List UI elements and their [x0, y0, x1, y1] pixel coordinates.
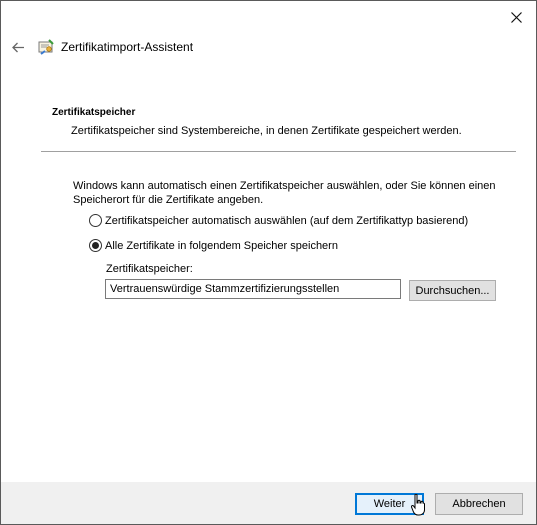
- wizard-header: Zertifikatimport-Assistent: [9, 37, 193, 57]
- window-title: Zertifikatimport-Assistent: [61, 40, 194, 54]
- radio-auto-select-label[interactable]: Zertifikatspeicher automatisch auswählen…: [105, 215, 468, 227]
- wizard-window: Zertifikatimport-Assistent Zertifikatspe…: [0, 0, 537, 525]
- back-button[interactable]: [9, 38, 27, 56]
- header-divider: [41, 151, 516, 152]
- certificate-icon: [38, 39, 54, 55]
- browse-button[interactable]: Durchsuchen...: [409, 280, 496, 301]
- info-text: Windows kann automatisch einen Zertifika…: [73, 180, 496, 206]
- radio-manual-store-indicator[interactable]: [89, 239, 102, 252]
- radio-auto-select[interactable]: Zertifikatspeicher automatisch auswählen…: [89, 214, 468, 227]
- store-input[interactable]: Vertrauenswürdige Stammzertifizierungsst…: [105, 279, 401, 299]
- radio-auto-select-indicator[interactable]: [89, 214, 102, 227]
- radio-manual-store-label[interactable]: Alle Zertifikate in folgendem Speicher s…: [105, 240, 338, 252]
- close-icon: [510, 11, 522, 23]
- store-field-label: Zertifikatspeicher:: [106, 263, 193, 275]
- radio-manual-store[interactable]: Alle Zertifikate in folgendem Speicher s…: [89, 239, 338, 252]
- section-title: Zertifikatspeicher: [52, 107, 136, 118]
- back-arrow-icon: [11, 42, 24, 52]
- close-button[interactable]: [506, 7, 526, 27]
- cancel-button[interactable]: Abbrechen: [435, 493, 523, 515]
- section-description: Zertifikatspeicher sind Systembereiche, …: [71, 125, 462, 137]
- next-button[interactable]: Weiter: [355, 493, 424, 515]
